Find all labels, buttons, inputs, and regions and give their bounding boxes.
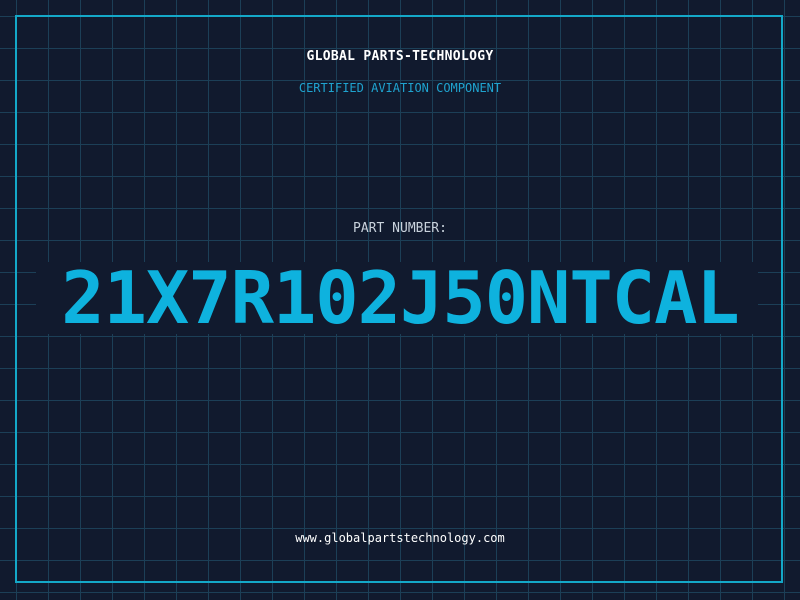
label-canvas: GLOBAL PARTS-TECHNOLOGY CERTIFIED AVIATI… [0, 0, 800, 600]
certification-subtitle: CERTIFIED AVIATION COMPONENT [298, 81, 502, 95]
part-number-label: PART NUMBER: [353, 221, 447, 236]
company-name: GLOBAL PARTS-TECHNOLOGY [306, 49, 494, 64]
part-number-value: 21X7R102J50NTCAL [61, 256, 740, 340]
website-url: www.globalpartstechnology.com [295, 531, 505, 545]
